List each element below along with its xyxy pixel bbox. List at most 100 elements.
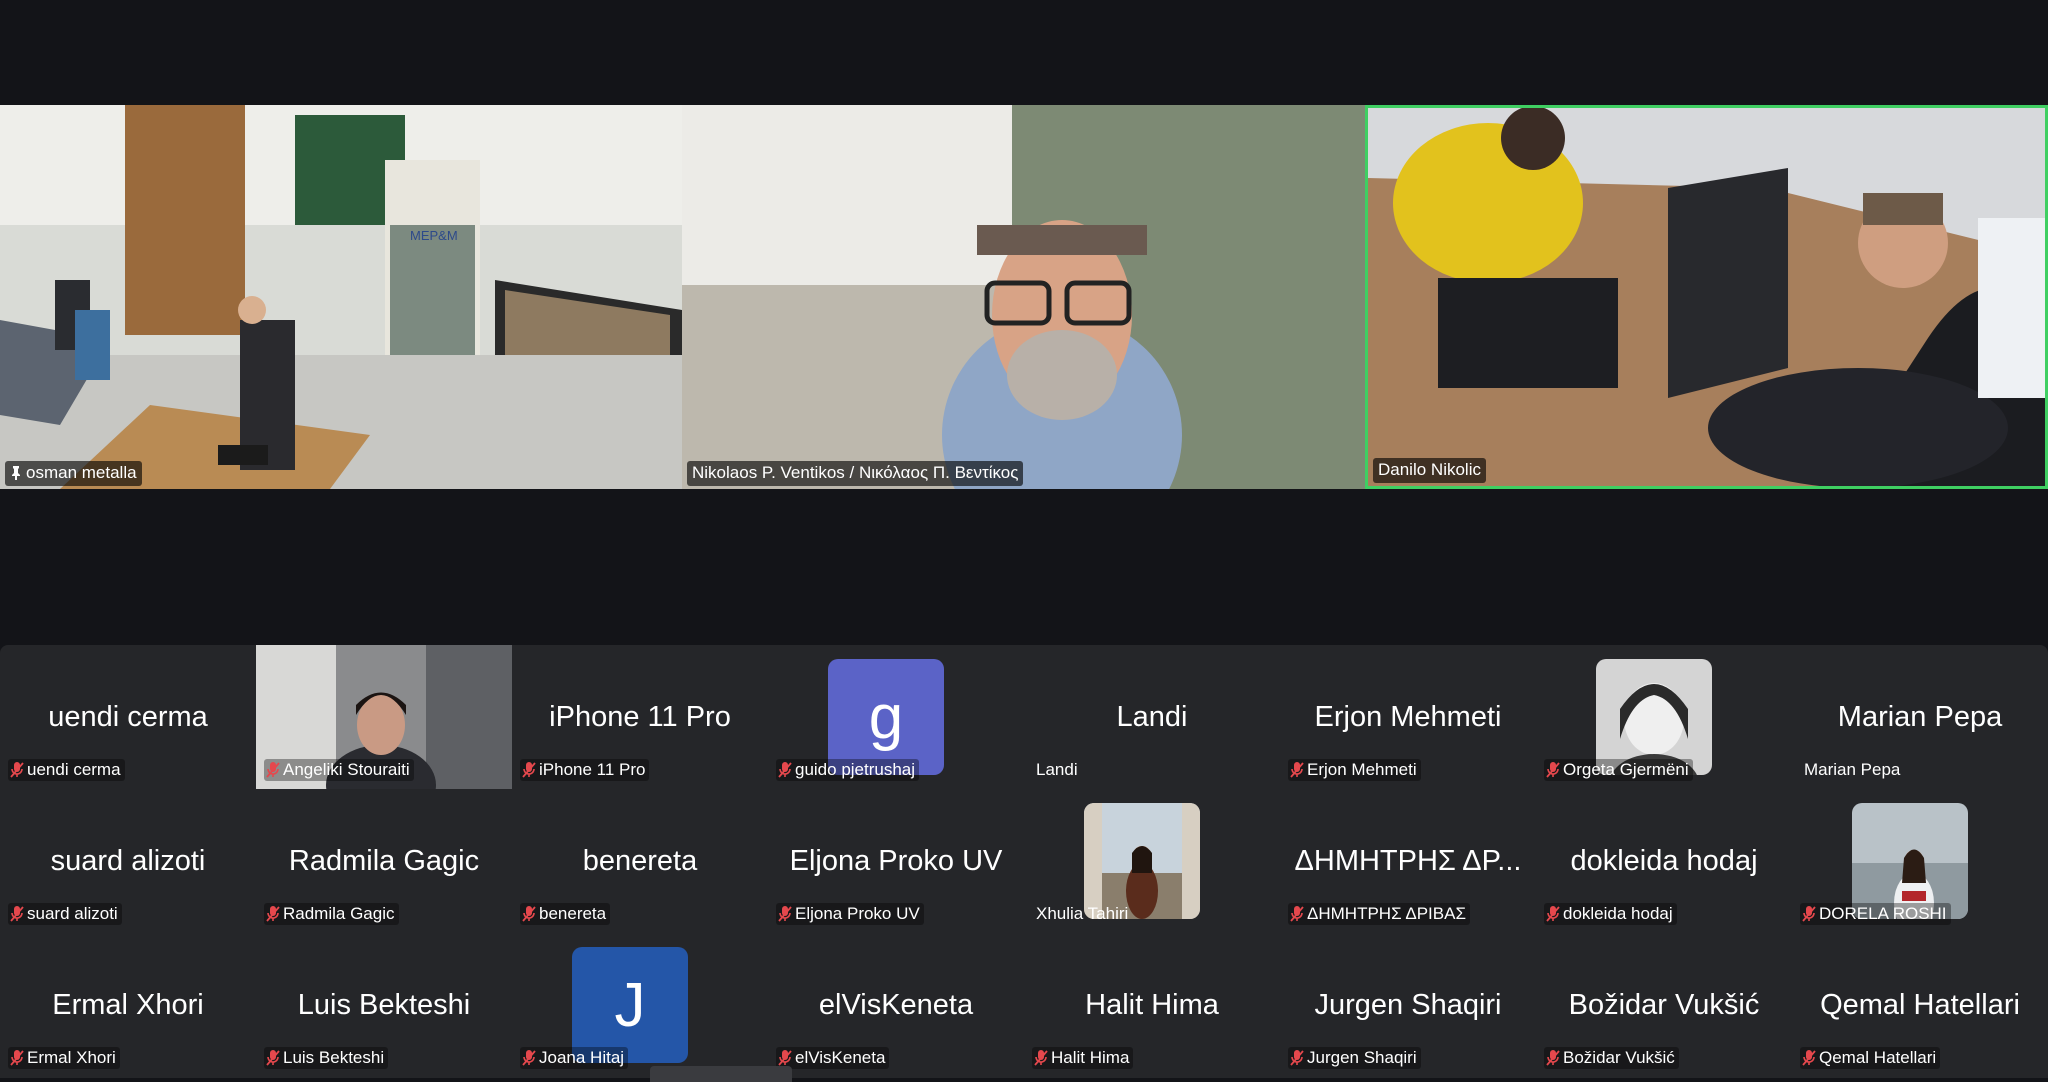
mic-muted-icon [266, 762, 280, 778]
mic-muted-icon [778, 1050, 792, 1066]
avatar-initial: J [614, 970, 646, 1040]
mic-muted-icon [522, 1050, 536, 1066]
participant-name-label: elVisKeneta [776, 1047, 890, 1069]
participant-name-label: Luis Bekteshi [264, 1047, 389, 1069]
participant-display-name: Eljona Proko UV [789, 845, 1003, 877]
participant-name: suard alizoti [27, 904, 118, 923]
mic-muted-icon [522, 906, 536, 922]
participant-display-name: Ermal Xhori [52, 989, 204, 1021]
mic-muted-icon [1034, 1050, 1048, 1066]
mic-muted-icon [1546, 762, 1560, 778]
mic-muted-icon [1546, 1050, 1560, 1066]
participant-initial-avatar: g [828, 659, 944, 775]
participant-name-label: Orgeta Gjermëni [1544, 759, 1693, 781]
participant-name-label: Qemal Hatellari [1800, 1047, 1941, 1069]
participant-name-label: Halit Hima [1032, 1047, 1134, 1069]
participant-tile[interactable]: Angeliki Stouraiti [256, 645, 512, 789]
participant-tile[interactable]: uendi cerma uendi cerma [0, 645, 256, 789]
mic-muted-icon [522, 762, 536, 778]
participant-tile[interactable]: suard alizoti suard alizoti [0, 789, 256, 933]
participant-display-name: Jurgen Shaqiri [1314, 989, 1502, 1021]
participant-name-label: iPhone 11 Pro [520, 759, 650, 781]
participant-tile[interactable]: DORELA ROSHI [1792, 789, 2048, 933]
participant-name: Landi [1036, 760, 1078, 779]
participant-tile[interactable]: dokleida hodaj dokleida hodaj [1536, 789, 1792, 933]
participant-tile[interactable]: Xhulia Tahiri [1024, 789, 1280, 933]
participant-display-name: Radmila Gagic [288, 845, 480, 877]
participant-tile[interactable]: Landi Landi [1024, 645, 1280, 789]
speaker-tile-osman[interactable]: MEP&M osman metalla [0, 105, 682, 489]
classroom-video: MEP&M [0, 105, 682, 489]
speaker-name-label: Danilo Nikolic [1373, 458, 1486, 483]
svg-text:MEP&M: MEP&M [410, 228, 458, 243]
participant-name: Radmila Gagic [283, 904, 395, 923]
participant-tile[interactable]: Jurgen Shaqiri Jurgen Shaqiri [1280, 933, 1536, 1077]
participant-name: benereta [539, 904, 607, 923]
avatar-initial: g [868, 682, 904, 752]
pin-icon [12, 466, 20, 480]
participant-photo [1596, 659, 1712, 775]
participant-name: iPhone 11 Pro [539, 760, 646, 779]
participant-name-label: Radmila Gagic [264, 903, 399, 925]
participant-tile[interactable]: benereta benereta [512, 789, 768, 933]
participant-display-name: suard alizoti [50, 845, 206, 877]
participant-name-label: dokleida hodaj [1544, 903, 1677, 925]
participant-display-name: Luis Bekteshi [297, 989, 471, 1021]
participant-display-name: dokleida hodaj [1570, 845, 1758, 877]
participant-tile[interactable]: Božidar Vukšić Božidar Vukšić [1536, 933, 1792, 1077]
participant-name-label: uendi cerma [8, 759, 125, 781]
participant-tile[interactable]: ΔΗΜΗΤΡΗΣ ΔΡ... ΔΗΜΗΤΡΗΣ ΔΡΙΒΑΣ [1280, 789, 1536, 933]
participant-name: Eljona Proko UV [795, 904, 920, 923]
participant-tile[interactable]: Ermal Xhori Ermal Xhori [0, 933, 256, 1077]
participant-name: guido pjetrushaj [795, 760, 916, 779]
gallery-bottom-handle[interactable] [650, 1066, 792, 1082]
mic-muted-icon [1290, 762, 1304, 778]
participant-name: Ermal Xhori [27, 1048, 116, 1067]
speaker-tile-nikolaos[interactable]: Nikolaos P. Ventikos / Νικόλαος Π. Βεντί… [682, 105, 1365, 489]
participant-display-name: Qemal Hatellari [1820, 989, 2020, 1021]
participant-name: Marian Pepa [1804, 760, 1901, 779]
participant-tile[interactable]: Luis Bekteshi Luis Bekteshi [256, 933, 512, 1077]
participant-name: ΔΗΜΗΤΡΗΣ ΔΡΙΒΑΣ [1307, 904, 1466, 923]
participant-name-label: Ermal Xhori [8, 1047, 120, 1069]
participant-display-name: Marian Pepa [1837, 701, 2003, 733]
participant-tile[interactable]: Halit Hima Halit Hima [1024, 933, 1280, 1077]
participant-name-label: suard alizoti [8, 903, 122, 925]
participant-name: Qemal Hatellari [1819, 1048, 1937, 1067]
participant-tile[interactable]: Erjon Mehmeti Erjon Mehmeti [1280, 645, 1536, 789]
participant-name: Jurgen Shaqiri [1307, 1048, 1417, 1067]
speaker-name-label: Nikolaos P. Ventikos / Νικόλαος Π. Βεντί… [687, 461, 1024, 486]
participant-display-name: Landi [1116, 701, 1188, 733]
participant-tile[interactable]: iPhone 11 Pro iPhone 11 Pro [512, 645, 768, 789]
participant-name-label: benereta [520, 903, 611, 925]
participant-tile[interactable]: J Joana Hitaj [512, 933, 768, 1077]
participant-tile[interactable]: g guido pjetrushaj [768, 645, 1024, 789]
participant-name-label: Božidar Vukšić [1544, 1047, 1679, 1069]
participant-tile[interactable]: Marian Pepa Marian Pepa [1792, 645, 2048, 789]
participant-name: Angeliki Stouraiti [283, 760, 410, 779]
mic-muted-icon [1290, 1050, 1304, 1066]
nikolaos-video [682, 105, 1365, 489]
participant-display-name: Erjon Mehmeti [1314, 701, 1502, 733]
participant-name: elVisKeneta [795, 1048, 886, 1067]
participant-name-label: DORELA ROSHI [1800, 903, 1951, 925]
mic-muted-icon [1546, 906, 1560, 922]
participant-name: Orgeta Gjermëni [1563, 760, 1689, 779]
participant-tile[interactable]: Radmila Gagic Radmila Gagic [256, 789, 512, 933]
mic-muted-icon [1290, 906, 1304, 922]
participant-tile[interactable]: Qemal Hatellari Qemal Hatellari [1792, 933, 2048, 1077]
speaker-tile-danilo[interactable]: Danilo Nikolic [1365, 105, 2048, 489]
participant-display-name: uendi cerma [48, 701, 208, 733]
participant-tile[interactable]: Eljona Proko UV Eljona Proko UV [768, 789, 1024, 933]
participant-name-label: Erjon Mehmeti [1288, 759, 1421, 781]
participant-initial-avatar: J [572, 947, 688, 1063]
participant-tile[interactable]: elVisKeneta elVisKeneta [768, 933, 1024, 1077]
participant-photo [1084, 803, 1200, 919]
mic-muted-icon [1802, 1050, 1816, 1066]
participant-display-name: Halit Hima [1085, 989, 1219, 1021]
mic-muted-icon [10, 762, 24, 778]
speaker-name: Danilo Nikolic [1378, 460, 1481, 479]
speaker-name: Nikolaos P. Ventikos / Νικόλαος Π. Βεντί… [692, 463, 1019, 482]
participant-name: dokleida hodaj [1563, 904, 1673, 923]
participant-tile[interactable]: Orgeta Gjermëni [1536, 645, 1792, 789]
